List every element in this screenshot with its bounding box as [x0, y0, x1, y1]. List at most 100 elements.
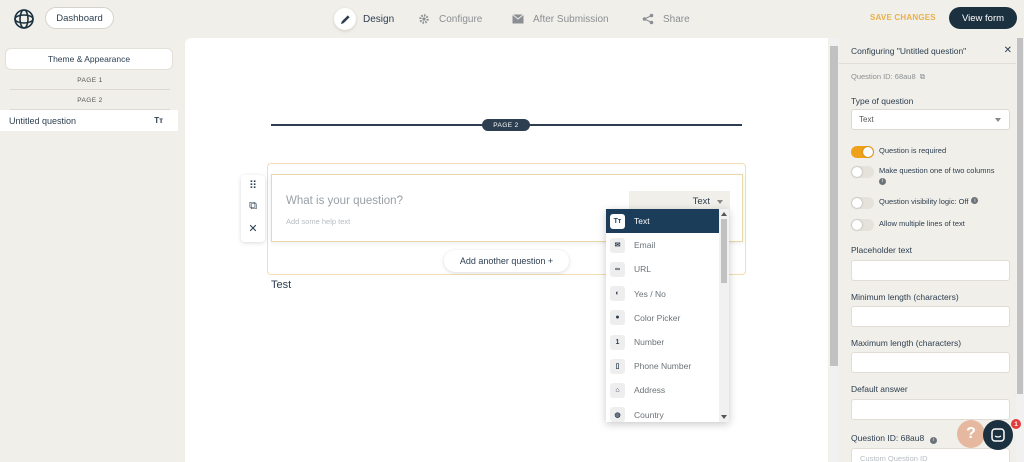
page-sidebar: Theme & Appearance PAGE 1 PAGE 2 Untitle…: [0, 38, 184, 462]
info-icon[interactable]: i: [971, 197, 979, 204]
question-id-text: Question ID: 68au8: [851, 72, 916, 81]
page-badge: PAGE 2: [482, 119, 530, 131]
logo-icon[interactable]: [12, 7, 36, 31]
copy-icon[interactable]: ⧉: [920, 72, 925, 81]
type-of-question-label: Type of question: [851, 96, 914, 106]
text-type-icon: Tт: [610, 213, 625, 229]
scroll-down-icon[interactable]: [721, 415, 727, 419]
toggle-label: Question is required: [879, 146, 947, 155]
tab-design[interactable]: Design: [334, 8, 395, 30]
phone-icon: ▯: [610, 358, 625, 374]
type-option-label: Text: [634, 216, 650, 227]
type-of-question-select[interactable]: Text: [851, 109, 1010, 130]
page-2-label[interactable]: PAGE 2: [10, 97, 170, 110]
scrollbar-thumb[interactable]: [830, 46, 838, 366]
toggle-switch[interactable]: [851, 197, 874, 209]
type-option[interactable]: ⌂ Address: [606, 378, 729, 402]
info-icon[interactable]: i: [929, 436, 937, 444]
type-option-label: URL: [634, 264, 652, 275]
type-select-value: Text: [859, 115, 874, 124]
type-option[interactable]: ● Color Picker: [606, 306, 729, 330]
max-length-input[interactable]: [851, 352, 1010, 373]
pencil-icon: [334, 8, 356, 30]
question-type-value: Text: [692, 196, 710, 207]
help-text-input[interactable]: Add some help text: [286, 217, 350, 226]
theme-appearance-button[interactable]: Theme & Appearance: [5, 48, 173, 70]
tab-after-submission[interactable]: After Submission: [510, 10, 609, 28]
toggle-two-columns[interactable]: Make question one of two columns i: [851, 166, 1016, 185]
envelope-icon: ✉: [610, 237, 625, 253]
toggle-label: Make question one of two columns: [879, 166, 995, 175]
scrollbar-thumb[interactable]: [1017, 38, 1023, 394]
envelope-icon: [510, 11, 526, 27]
type-option[interactable]: ▯ Phone Number: [606, 354, 729, 378]
type-option[interactable]: ✉ Email: [606, 233, 729, 257]
tab-share[interactable]: Share: [640, 10, 690, 28]
toggle-label: Allow multiple lines of text: [879, 219, 965, 228]
view-form-button[interactable]: View form: [949, 7, 1017, 29]
link-icon: ∞: [610, 261, 625, 277]
dashboard-button[interactable]: Dashboard: [45, 7, 114, 29]
question-id-label: Question ID: 68au8 i: [851, 433, 937, 444]
chevron-down-icon: [717, 199, 723, 204]
palette-icon: ●: [610, 310, 625, 326]
toggle-switch[interactable]: [851, 219, 874, 231]
close-icon[interactable]: ✕: [241, 222, 265, 235]
type-option[interactable]: ◍ Country: [606, 403, 729, 422]
placeholder-input[interactable]: [851, 260, 1010, 281]
toggle-visibility-logic[interactable]: Question visibility logic: Off i: [851, 197, 1016, 209]
yes-no-icon: ◐: [610, 286, 625, 302]
chat-icon: [991, 428, 1005, 442]
toggle-switch[interactable]: [851, 166, 874, 178]
test-label: Test: [271, 279, 292, 291]
drag-handle-icon[interactable]: ⠿: [241, 179, 265, 192]
type-option-label: Phone Number: [634, 361, 692, 372]
sidebar-question-item[interactable]: Untitled question Tт: [0, 110, 178, 131]
config-title: Configuring "Untitled question": [851, 45, 967, 56]
question-title-input[interactable]: What is your question?: [286, 195, 403, 207]
dropdown-scrollbar[interactable]: [719, 209, 729, 422]
panel-scrollbar[interactable]: [1016, 38, 1024, 462]
chat-button[interactable]: [983, 420, 1013, 450]
type-option-label: Yes / No: [634, 288, 666, 299]
chevron-down-icon: [995, 118, 1001, 122]
type-option-label: Address: [634, 385, 666, 396]
canvas-scrollbar[interactable]: [829, 38, 839, 462]
scrollbar-thumb[interactable]: [721, 219, 727, 283]
toggle-required[interactable]: Question is required: [851, 146, 1016, 158]
min-length-label: Minimum length (characters): [851, 292, 959, 302]
info-icon[interactable]: i: [879, 177, 886, 185]
default-answer-input[interactable]: [851, 399, 1010, 420]
config-panel: Configuring "Untitled question" ✕ Questi…: [839, 38, 1024, 462]
toggle-multiple-lines[interactable]: Allow multiple lines of text: [851, 219, 1016, 231]
toggle-label-wrap: Make question one of two columns i: [879, 166, 994, 185]
scroll-up-icon[interactable]: [721, 212, 727, 216]
min-length-input[interactable]: [851, 306, 1010, 327]
help-button[interactable]: ?: [957, 420, 985, 448]
close-icon[interactable]: ✕: [1004, 45, 1012, 56]
type-option[interactable]: 1 Number: [606, 330, 729, 354]
type-option-label: Color Picker: [634, 312, 681, 323]
home-icon: ⌂: [610, 382, 625, 398]
toggle-switch[interactable]: [851, 146, 874, 158]
max-length-label: Maximum length (characters): [851, 338, 962, 348]
page-1-label[interactable]: PAGE 1: [10, 77, 170, 90]
type-option[interactable]: ∞ URL: [606, 257, 729, 281]
question-type-dropdown: Tт Text ✉ Email ∞ URL ◐ Yes / No ● Color Pick…: [606, 209, 729, 422]
top-bar: Dashboard Design Configure After Submiss…: [0, 0, 1024, 38]
number-icon: 1: [610, 334, 625, 350]
question-tools: ⠿ ⧉ ✕: [241, 175, 265, 242]
type-option[interactable]: ◐ Yes / No: [606, 282, 729, 306]
add-question-button[interactable]: Add another question +: [444, 250, 569, 272]
gear-icon: [416, 11, 432, 27]
type-option-label: Number: [634, 337, 665, 348]
type-option[interactable]: Tт Text: [606, 209, 729, 234]
notification-badge: 1: [1011, 419, 1021, 429]
tab-design-label: Design: [363, 13, 395, 25]
copy-icon[interactable]: ⧉: [241, 200, 265, 213]
custom-question-id-input[interactable]: Custom Question ID: [851, 448, 1010, 462]
save-changes-button[interactable]: SAVE CHANGES: [870, 13, 936, 22]
default-answer-label: Default answer: [851, 384, 908, 394]
tab-configure[interactable]: Configure: [416, 10, 482, 28]
tab-configure-label: Configure: [439, 13, 483, 25]
